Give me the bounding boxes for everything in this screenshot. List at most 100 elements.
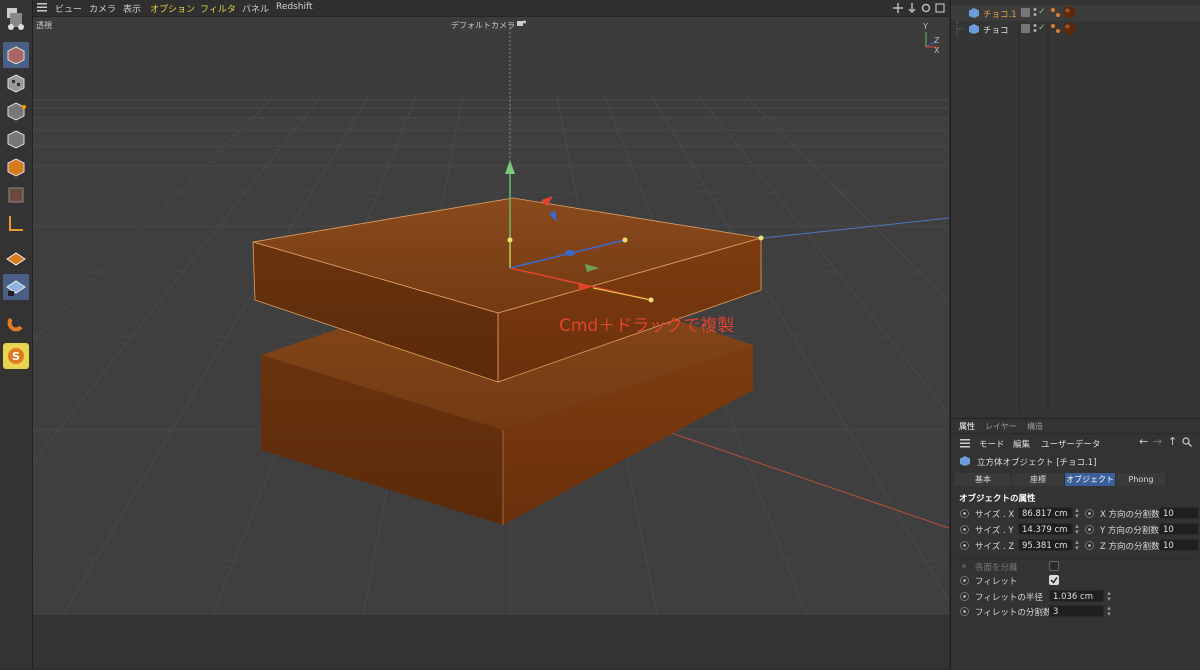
menu-view[interactable]: ビュー bbox=[55, 2, 82, 15]
solo-icon[interactable]: S bbox=[3, 343, 29, 369]
material-tag-icon[interactable] bbox=[1063, 22, 1076, 38]
menu-mode[interactable]: モード bbox=[979, 438, 1005, 450]
subtab-basic[interactable]: 基本 bbox=[955, 473, 1012, 486]
cube-object-icon bbox=[969, 24, 979, 37]
attr-menu-hamburger-icon[interactable] bbox=[960, 439, 970, 451]
size-y-label: サイズ . Y bbox=[975, 526, 1014, 536]
fillet-subdiv-stepper[interactable]: ▴ ▾ bbox=[1106, 605, 1112, 618]
tab-attributes[interactable]: 属性 bbox=[959, 421, 975, 432]
move-view-icon[interactable] bbox=[893, 3, 903, 13]
fillet-tag-icon[interactable] bbox=[1050, 23, 1061, 37]
duplicate-annotation: Cmd＋ドラッグで複製 bbox=[559, 316, 734, 336]
object-row-choco-1[interactable]: チョコ.1 ✓ bbox=[951, 5, 1200, 21]
svg-text:X: X bbox=[934, 46, 940, 55]
size-x-input[interactable]: 86.817 cm bbox=[1018, 507, 1073, 519]
animate-radio[interactable] bbox=[1085, 509, 1094, 518]
workplane-icon[interactable] bbox=[3, 246, 29, 272]
menu-redshift[interactable]: Redshift bbox=[276, 2, 313, 12]
animate-radio[interactable] bbox=[960, 576, 969, 585]
animate-radio[interactable] bbox=[960, 525, 969, 534]
menu-filter[interactable]: フィルタ bbox=[200, 2, 236, 15]
view-projection-label: 透視 bbox=[36, 21, 52, 30]
layer-edit-icon[interactable] bbox=[1021, 24, 1030, 36]
seg-y-label: Y 方向の分割数 bbox=[1100, 526, 1159, 536]
size-x-stepper[interactable]: ▴ ▾ bbox=[1074, 507, 1080, 520]
fillet-label: フィレット bbox=[975, 577, 1018, 587]
zoom-view-icon[interactable] bbox=[907, 3, 917, 14]
texture-mode-icon[interactable] bbox=[3, 70, 29, 96]
subtab-object[interactable]: オブジェクト bbox=[1065, 473, 1116, 486]
fillet-tag-icon[interactable] bbox=[1050, 7, 1061, 21]
menu-user-data[interactable]: ユーザーデータ bbox=[1041, 438, 1100, 450]
separate-faces-label: 各面を分離 bbox=[975, 563, 1018, 573]
menu-hamburger-icon[interactable] bbox=[37, 3, 47, 12]
camera-icon[interactable] bbox=[517, 20, 526, 31]
grid-snap-icon[interactable] bbox=[3, 274, 29, 300]
up-arrow-icon[interactable]: ↑ bbox=[1168, 435, 1177, 448]
animate-radio[interactable] bbox=[960, 509, 969, 518]
right-panels: チョコ.1 ✓ チョコ ✓ 属性 レイヤー 構造 モード 編集 ユーザーデータ … bbox=[950, 0, 1200, 670]
layer-edit-icon[interactable] bbox=[1021, 8, 1030, 20]
polygons-mode-icon[interactable] bbox=[3, 154, 29, 180]
seg-z-label: Z 方向の分割数 bbox=[1100, 542, 1160, 552]
subtab-coordinates[interactable]: 座標 bbox=[1012, 473, 1065, 486]
app-logo-icon[interactable] bbox=[3, 4, 29, 34]
menu-panel[interactable]: パネル bbox=[242, 2, 269, 15]
svg-text:S: S bbox=[12, 350, 20, 363]
fillet-radius-input[interactable]: 1.036 cm bbox=[1049, 590, 1104, 602]
subtab-phong[interactable]: Phong bbox=[1116, 473, 1167, 486]
svg-text:Z: Z bbox=[934, 36, 940, 45]
separate-faces-checkbox[interactable] bbox=[1049, 561, 1059, 571]
material-tag-icon[interactable] bbox=[1063, 6, 1076, 22]
menu-options[interactable]: オプション bbox=[150, 2, 195, 15]
section-title: オブジェクトの属性 bbox=[959, 494, 1036, 504]
size-z-label: サイズ . Z bbox=[975, 542, 1015, 552]
menu-display[interactable]: 表示 bbox=[123, 2, 141, 15]
seg-z-input[interactable]: 10 bbox=[1159, 539, 1199, 551]
fillet-radius-stepper[interactable]: ▴ ▾ bbox=[1106, 590, 1112, 603]
edges-mode-icon[interactable] bbox=[3, 126, 29, 152]
model-mode-icon[interactable] bbox=[3, 42, 29, 68]
size-y-input[interactable]: 14.379 cm bbox=[1018, 523, 1073, 535]
object-row-choco[interactable]: チョコ ✓ bbox=[951, 21, 1200, 37]
fillet-subdiv-label: フィレットの分割数 bbox=[975, 608, 1052, 618]
seg-x-input[interactable]: 10 bbox=[1159, 507, 1199, 519]
size-y-stepper[interactable]: ▴ ▾ bbox=[1074, 523, 1080, 536]
animate-radio[interactable] bbox=[1085, 525, 1094, 534]
points-mode-icon[interactable] bbox=[3, 98, 29, 124]
uv-mode-icon[interactable] bbox=[3, 182, 29, 208]
fillet-radius-label: フィレットの半径 bbox=[975, 593, 1043, 603]
enabled-check-icon[interactable]: ✓ bbox=[1038, 23, 1046, 33]
size-z-stepper[interactable]: ▴ ▾ bbox=[1074, 539, 1080, 552]
forward-arrow-icon[interactable]: → bbox=[1153, 435, 1162, 448]
camera-label[interactable]: デフォルトカメラ bbox=[451, 20, 515, 31]
back-arrow-icon[interactable]: ← bbox=[1139, 435, 1148, 448]
cube-object-icon bbox=[960, 456, 970, 469]
axis-mode-icon[interactable] bbox=[3, 210, 29, 236]
search-icon[interactable] bbox=[1182, 437, 1192, 450]
maximize-view-icon[interactable] bbox=[935, 3, 945, 13]
tab-structure[interactable]: 構造 bbox=[1027, 421, 1043, 432]
3d-viewport[interactable]: Cmd＋ドラッグで複製 Y Z X ビュー カメラ 表示 オプション フィルタ … bbox=[33, 0, 949, 669]
animate-radio[interactable] bbox=[960, 541, 969, 550]
seg-y-input[interactable]: 10 bbox=[1159, 523, 1199, 535]
viewport-subheader: 透視 デフォルトカメラ bbox=[33, 17, 949, 31]
enabled-check-icon[interactable]: ✓ bbox=[1038, 7, 1046, 17]
size-z-input[interactable]: 95.381 cm bbox=[1018, 539, 1073, 551]
fillet-checkbox[interactable] bbox=[1049, 575, 1059, 585]
rotate-view-icon[interactable] bbox=[921, 3, 931, 13]
object-manager: チョコ.1 ✓ チョコ ✓ bbox=[951, 0, 1200, 415]
magnet-snap-icon[interactable] bbox=[3, 310, 29, 336]
object-name[interactable]: チョコ bbox=[983, 24, 1009, 36]
menu-edit[interactable]: 編集 bbox=[1013, 438, 1030, 450]
animate-radio[interactable] bbox=[960, 592, 969, 601]
left-toolbar: S bbox=[0, 0, 33, 669]
viewport-menubar: ビュー カメラ 表示 オプション フィルタ パネル Redshift bbox=[33, 0, 949, 17]
tab-layers[interactable]: レイヤー bbox=[985, 421, 1017, 432]
fillet-subdiv-input[interactable]: 3 bbox=[1049, 605, 1104, 617]
menu-camera[interactable]: カメラ bbox=[89, 2, 116, 15]
object-name[interactable]: チョコ.1 bbox=[983, 8, 1017, 20]
animate-radio[interactable] bbox=[1085, 541, 1094, 550]
animate-radio[interactable] bbox=[960, 607, 969, 616]
attribute-manager: 属性 レイヤー 構造 モード 編集 ユーザーデータ ← → ↑ 立方体オブジェク… bbox=[951, 418, 1200, 670]
